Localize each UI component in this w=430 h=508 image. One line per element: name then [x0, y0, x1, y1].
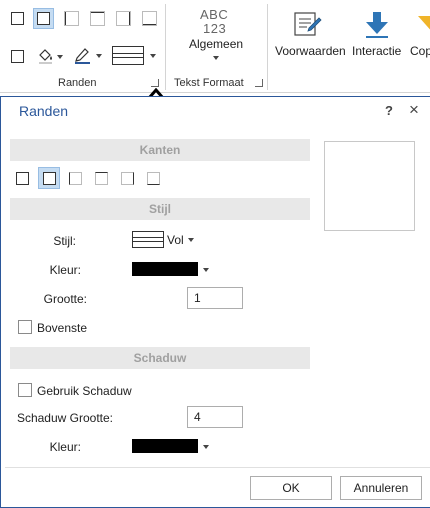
help-button[interactable]: ?: [385, 103, 393, 118]
dialog-title: Randen: [19, 103, 69, 119]
line-color-button[interactable]: [73, 45, 103, 65]
line-style-lines: [133, 237, 163, 242]
ribbon-separator: [165, 4, 166, 90]
pen-icon: [75, 48, 90, 64]
chevron-down-icon: [96, 54, 102, 58]
grootte-input[interactable]: 1: [187, 287, 243, 309]
border-outside-selected-button[interactable]: [33, 8, 54, 29]
no-border-icon[interactable]: [11, 50, 24, 63]
ribbon-separator: [267, 4, 268, 90]
edge-right-icon[interactable]: [121, 172, 134, 185]
kleur-label: Kleur:: [49, 263, 81, 277]
randen-dialog: Randen ? × Kanten Stijl Stijl: Vol Kleur…: [0, 96, 430, 508]
num-label: 123: [203, 21, 227, 36]
copy-label: Cop: [410, 44, 430, 58]
line-style-select[interactable]: Vol: [132, 231, 198, 249]
line-style-preview: [112, 46, 144, 65]
line-style-dropdown[interactable]: [112, 46, 158, 66]
chevron-down-icon: [188, 238, 194, 242]
bovenste-label: Bovenste: [37, 321, 88, 335]
border-all-icon[interactable]: [11, 12, 24, 25]
shadow-color-picker[interactable]: [132, 439, 212, 455]
number-format-label: Algemeen: [189, 37, 244, 51]
border-left-icon[interactable]: [64, 11, 79, 26]
voorwaarden-label: Voorwaarden: [275, 44, 346, 58]
interactie-button[interactable]: Interactie: [350, 8, 404, 60]
chevron-down-icon: [203, 445, 209, 449]
section-header-kanten: Kanten: [10, 139, 310, 161]
section-header-stijl: Stijl: [10, 198, 310, 220]
chevron-down-icon: [57, 55, 63, 59]
border-preview-box: [324, 141, 415, 231]
fill-color-button[interactable]: [37, 46, 63, 66]
edge-outside-selected-button[interactable]: [38, 167, 60, 189]
footer-divider: [5, 467, 430, 468]
shadow-color-swatch: [132, 439, 198, 453]
edge-left-icon[interactable]: [69, 172, 82, 185]
edge-bottom-icon[interactable]: [147, 172, 160, 185]
copy-button[interactable]: Cop: [408, 8, 430, 60]
abc-label: ABC: [200, 7, 229, 22]
chevron-down-icon: [150, 54, 156, 58]
group-label-randen: Randen: [58, 77, 97, 89]
border-top-icon[interactable]: [90, 11, 105, 26]
border-bottom-icon[interactable]: [142, 11, 157, 26]
schaduw-kleur-label: Kleur:: [49, 440, 81, 454]
randen-dialog-launcher-icon[interactable]: [151, 79, 159, 87]
edge-outside-icon: [43, 172, 56, 185]
copy-icon: [418, 16, 430, 30]
tekst-formaat-dialog-launcher-icon[interactable]: [255, 79, 263, 87]
chevron-down-icon: [213, 56, 219, 60]
section-header-schaduw: Schaduw: [10, 347, 310, 369]
chevron-down-icon: [203, 268, 209, 272]
interactie-label: Interactie: [352, 44, 402, 58]
border-right-icon[interactable]: [116, 11, 131, 26]
stijl-label: Stijl:: [53, 234, 76, 248]
border-color-swatch: [132, 262, 198, 276]
line-style-value: Vol: [167, 233, 184, 247]
cancel-button[interactable]: Annuleren: [340, 476, 422, 500]
line-style-lines: [113, 53, 143, 58]
border-color-picker[interactable]: [132, 262, 212, 278]
voorwaarden-button[interactable]: Voorwaarden: [272, 8, 346, 60]
ok-button[interactable]: OK: [250, 476, 332, 500]
ribbon: Randen ABC 123 Algemeen Tekst Formaat Vo…: [0, 0, 430, 93]
conditional-format-icon: [294, 12, 322, 36]
gebruik-schaduw-label: Gebruik Schaduw: [37, 384, 132, 398]
edge-all-icon[interactable]: [16, 172, 29, 185]
line-style-swatch: [132, 231, 164, 248]
grootte-label: Grootte:: [43, 292, 87, 306]
bovenste-checkbox[interactable]: [18, 320, 32, 334]
schaduw-grootte-label: Schaduw Grootte:: [16, 411, 113, 425]
group-label-tekst-formaat: Tekst Formaat: [174, 77, 244, 89]
border-outside-icon: [37, 12, 50, 25]
edge-top-icon[interactable]: [95, 172, 108, 185]
close-button[interactable]: ×: [409, 100, 419, 120]
schaduw-grootte-input[interactable]: 4: [187, 406, 243, 428]
gebruik-schaduw-checkbox[interactable]: [18, 383, 32, 397]
arrow-down-icon: [366, 12, 388, 38]
number-format-button[interactable]: ABC 123 Algemeen: [185, 5, 245, 65]
